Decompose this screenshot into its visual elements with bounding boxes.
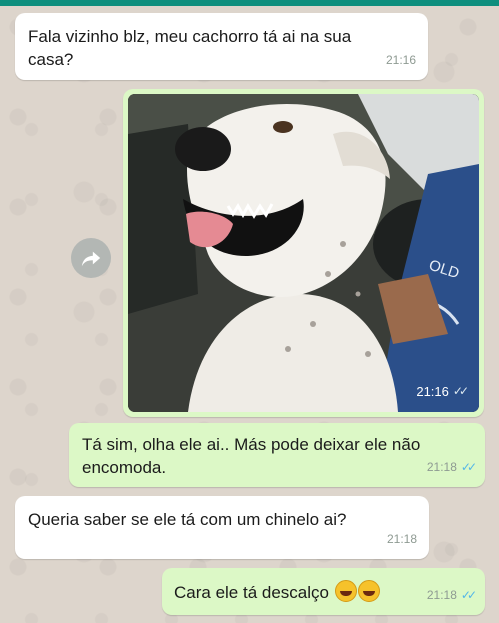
incoming-message-bubble[interactable]: Fala vizinho blz, meu cachorro tá ai na …	[15, 13, 428, 80]
message-timestamp-wrap: 21:16	[386, 49, 416, 72]
message-timestamp-wrap: 21:18 ✓✓	[426, 584, 477, 607]
message-timestamp: 21:16	[385, 53, 416, 67]
dog-photo-image: OLD	[128, 94, 479, 412]
message-text: Fala vizinho blz, meu cachorro tá ai na …	[28, 27, 352, 69]
message-timestamp: 21:18	[386, 532, 417, 546]
message-text: Cara ele tá descalço	[174, 583, 329, 602]
message-timestamp-wrap: 21:18	[387, 528, 417, 551]
message-text: Queria saber se ele tá com um chinelo ai…	[28, 510, 347, 529]
incoming-message-bubble[interactable]: Queria saber se ele tá com um chinelo ai…	[15, 496, 429, 559]
image-timestamp-wrap: 21:16 ✓✓	[416, 380, 469, 403]
forward-arrow-icon	[81, 251, 101, 267]
outgoing-message-bubble[interactable]: Tá sim, olha ele ai.. Más pode deixar el…	[69, 423, 485, 487]
laughing-tears-emoji-icon	[357, 580, 380, 602]
message-timestamp-wrap: 21:18 ✓✓	[426, 456, 477, 479]
message-timestamp: 21:18	[426, 588, 457, 602]
message-text-wrap: Cara ele tá descalço	[174, 580, 380, 604]
dog-photo[interactable]: OLD 21:16 ✓✓	[128, 94, 479, 412]
message-text: Tá sim, olha ele ai.. Más pode deixar el…	[82, 435, 421, 477]
header-edge	[0, 0, 499, 6]
double-check-icon: ✓✓	[460, 460, 477, 474]
forward-button[interactable]	[71, 238, 111, 278]
message-timestamp: 21:18	[426, 460, 457, 474]
laughing-tears-emoji-icon	[334, 580, 357, 602]
outgoing-image-message[interactable]: OLD 21:16 ✓✓	[123, 89, 484, 417]
double-check-icon: ✓✓	[460, 588, 477, 602]
outgoing-message-bubble[interactable]: Cara ele tá descalço 21:18 ✓✓	[162, 568, 485, 615]
double-check-icon: ✓✓	[452, 384, 469, 398]
image-timestamp: 21:16	[416, 384, 449, 399]
